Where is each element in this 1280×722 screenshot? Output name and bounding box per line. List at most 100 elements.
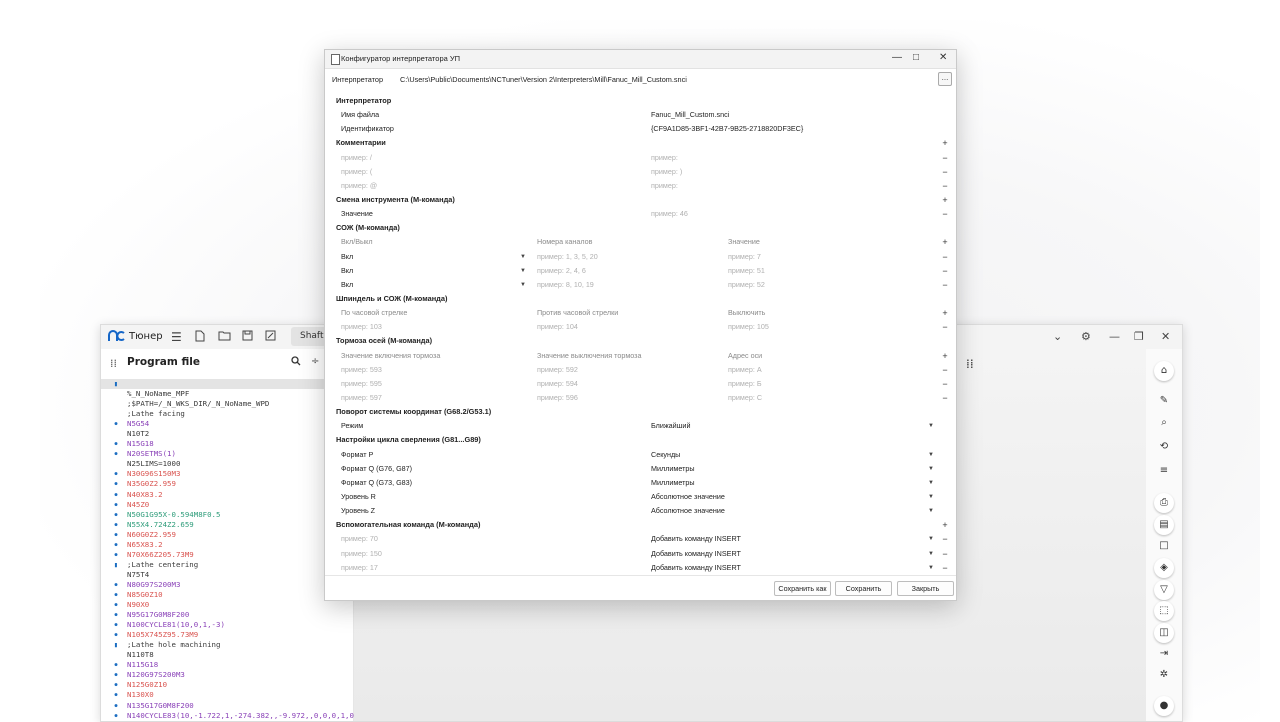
zoom-icon[interactable]: ⌕ xyxy=(1154,415,1174,431)
chevron-down-icon[interactable]: ▼ xyxy=(520,264,526,278)
channels-input[interactable]: пример: 1, 3, 5, 20 xyxy=(537,250,598,264)
state-select[interactable]: Вкл xyxy=(341,250,353,264)
state-select[interactable]: Вкл xyxy=(341,278,353,292)
command-input[interactable]: пример: 17 xyxy=(341,561,378,575)
chevron-down-icon[interactable]: ⌄ xyxy=(1053,330,1062,343)
collapse-up-icon[interactable]: ⌂ xyxy=(1154,361,1174,381)
value-input[interactable]: пример: 7 xyxy=(728,250,761,264)
split-icon[interactable]: ÷ xyxy=(311,356,319,367)
chevron-down-icon[interactable]: ▼ xyxy=(928,476,934,490)
remove-row-button[interactable]: − xyxy=(941,165,949,179)
save-icon[interactable] xyxy=(242,330,253,344)
value-input[interactable]: пример: 46 xyxy=(651,207,688,221)
command-input[interactable]: пример: 150 xyxy=(341,547,382,561)
chevron-down-icon[interactable]: ▼ xyxy=(928,490,934,504)
code-line[interactable]: ● N60G0Z2.959 xyxy=(101,530,353,540)
value-input[interactable]: пример: 103 xyxy=(341,320,382,334)
minimize-icon[interactable]: — xyxy=(1109,330,1120,343)
option-select[interactable]: Абсолютное значение xyxy=(651,504,725,518)
code-editor[interactable]: ▮ %_N_NoName_MPF ;$PATH=/_N_WKS_DIR/_N_NoN… xyxy=(101,379,354,721)
code-line[interactable]: ;Lathe facing xyxy=(101,409,353,419)
layers-icon[interactable]: ≡ xyxy=(1154,463,1174,479)
action-select[interactable]: Добавить команду INSERT xyxy=(651,547,741,561)
cutter-icon[interactable]: ⬚ xyxy=(1154,601,1174,621)
option-select[interactable]: Абсолютное значение xyxy=(651,490,725,504)
open-folder-icon[interactable] xyxy=(218,330,231,344)
add-row-button[interactable]: + xyxy=(941,136,949,150)
save-button[interactable]: Сохранить xyxy=(835,581,892,596)
remove-row-button[interactable]: − xyxy=(941,151,949,165)
add-row-button[interactable]: + xyxy=(941,518,949,532)
drill-icon[interactable]: ▽ xyxy=(1154,580,1174,600)
options-icon[interactable]: ✲ xyxy=(1154,667,1174,683)
code-line[interactable]: ● N35G0Z2.959 xyxy=(101,479,353,489)
code-line[interactable]: ● N95G17G0M8F200 xyxy=(101,610,353,620)
remove-row-button[interactable]: − xyxy=(941,207,949,221)
add-row-button[interactable]: + xyxy=(941,349,949,363)
grid-icon[interactable]: ⁞⁞ xyxy=(966,357,974,371)
value-input[interactable]: пример: 595 xyxy=(341,377,382,391)
tool-icon[interactable]: ✎ xyxy=(1154,393,1174,409)
code-line[interactable]: ● N115G18 xyxy=(101,660,353,670)
export-icon[interactable]: ⇥ xyxy=(1154,646,1174,662)
part-icon[interactable]: ◫ xyxy=(1154,623,1174,643)
browse-button[interactable]: ... xyxy=(938,72,952,86)
code-line[interactable]: ● N65X83.2 xyxy=(101,540,353,550)
code-line[interactable]: N25LIMS=1000 xyxy=(101,459,353,469)
action-select[interactable]: Добавить команду INSERT xyxy=(651,561,741,575)
maximize-icon[interactable]: ❐ xyxy=(1134,330,1144,343)
chevron-down-icon[interactable]: ▼ xyxy=(928,547,934,561)
remove-row-button[interactable]: − xyxy=(941,250,949,264)
close-button[interactable]: Закрыть xyxy=(897,581,954,596)
machine-icon[interactable]: ▤ xyxy=(1154,515,1174,535)
minimize-icon[interactable]: — xyxy=(892,52,902,63)
comment-start-input[interactable]: пример: / xyxy=(341,151,372,165)
code-line[interactable]: ● N140CYCLE83(10,-1.722,1,-274.382,,-9.97… xyxy=(101,711,353,721)
chevron-down-icon[interactable]: ▼ xyxy=(520,278,526,292)
code-line[interactable]: ▮ xyxy=(101,379,353,390)
code-line[interactable]: ● N55X4.724Z2.659 xyxy=(101,520,353,530)
code-line[interactable]: ● N30G96S150M3 xyxy=(101,469,353,479)
value-input[interactable]: пример: 594 xyxy=(537,377,578,391)
value-input[interactable]: пример: 104 xyxy=(537,320,578,334)
code-line[interactable]: ● N125G0Z10 xyxy=(101,680,353,690)
code-line[interactable]: ● N50G1G95X-0.594M8F0.5 xyxy=(101,510,353,520)
option-select[interactable]: Секунды xyxy=(651,448,680,462)
code-line[interactable]: ● N120G97S200M3 xyxy=(101,670,353,680)
value-input[interactable]: пример: 593 xyxy=(341,363,382,377)
option-select[interactable]: Миллиметры xyxy=(651,476,695,490)
menu-icon[interactable]: ☰ xyxy=(171,330,182,344)
save-as-button[interactable]: Сохранить как xyxy=(774,581,831,596)
code-line[interactable]: ● N70X66Z205.73M9 xyxy=(101,550,353,560)
code-line[interactable]: ;$PATH=/_N_WKS_DIR/_N_NoName_WPD xyxy=(101,399,353,409)
code-line[interactable]: ● N5G54 xyxy=(101,419,353,429)
code-line[interactable]: ● N90X0 xyxy=(101,600,353,610)
value-input[interactable]: пример: 596 xyxy=(537,391,578,405)
status-icon[interactable]: ● xyxy=(1154,696,1174,716)
frame-icon[interactable]: □ xyxy=(1154,538,1174,554)
channels-input[interactable]: пример: 8, 10, 19 xyxy=(537,278,594,292)
state-select[interactable]: Вкл xyxy=(341,264,353,278)
grip-icon[interactable]: ⁞⁞ xyxy=(110,357,117,370)
code-line[interactable]: ● N40X83.2 xyxy=(101,490,353,500)
code-line[interactable]: N10T2 xyxy=(101,429,353,439)
value-input[interactable]: пример: 105 xyxy=(728,320,769,334)
comment-start-input[interactable]: пример: @ xyxy=(341,179,377,193)
code-line[interactable]: N110T8 xyxy=(101,650,353,660)
remove-row-button[interactable]: − xyxy=(941,179,949,193)
code-line[interactable]: ● N80G97S200M3 xyxy=(101,580,353,590)
new-file-icon[interactable] xyxy=(195,330,205,345)
code-line[interactable]: ● N45Z0 xyxy=(101,500,353,510)
code-line[interactable]: ▮ ;Lathe hole machining xyxy=(101,640,353,650)
remove-row-button[interactable]: − xyxy=(941,320,949,334)
option-select[interactable]: Ближайший xyxy=(651,419,690,433)
remove-row-button[interactable]: − xyxy=(941,377,949,391)
code-line[interactable]: ● N15G18 xyxy=(101,439,353,449)
close-icon[interactable]: ✕ xyxy=(1161,330,1170,343)
action-select[interactable]: Добавить команду INSERT xyxy=(651,532,741,546)
code-line[interactable]: ▮ ;Lathe centering xyxy=(101,560,353,570)
remove-row-button[interactable]: − xyxy=(941,532,949,546)
print-icon[interactable]: ⎙ xyxy=(1154,493,1174,513)
close-icon[interactable]: ✕ xyxy=(939,52,947,63)
comment-start-input[interactable]: пример: ( xyxy=(341,165,372,179)
